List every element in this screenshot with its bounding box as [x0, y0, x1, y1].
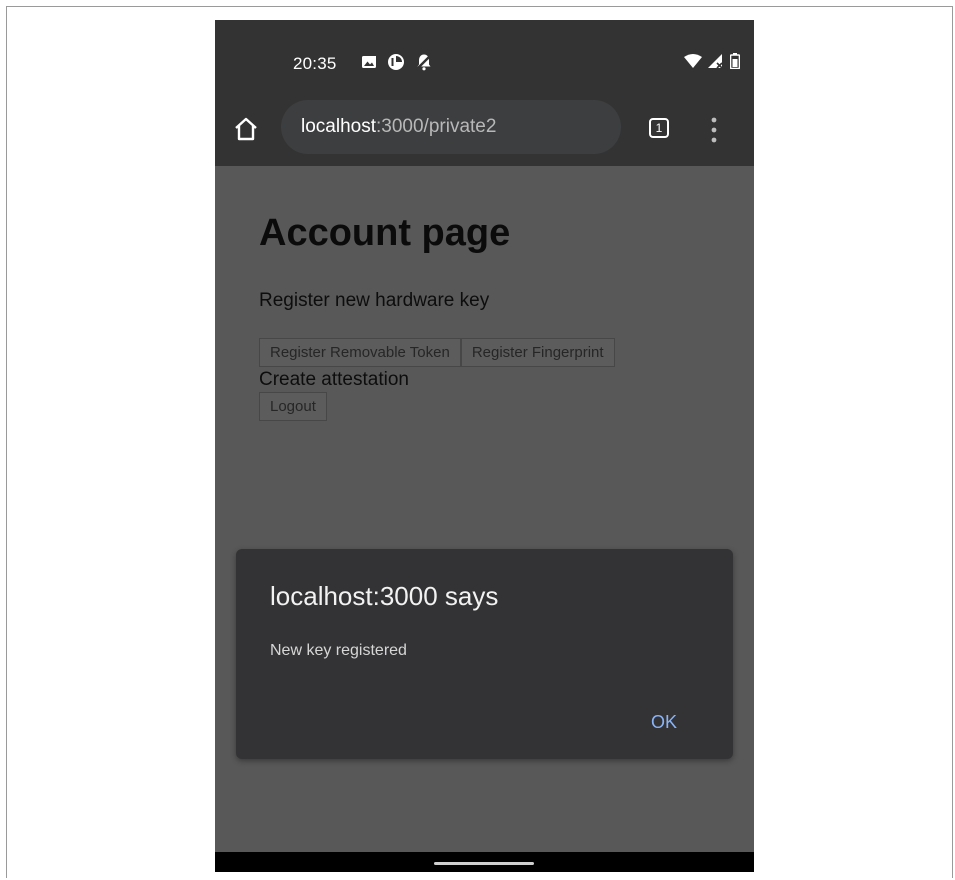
- tab-switcher-button[interactable]: 1: [649, 118, 669, 138]
- register-removable-token-button[interactable]: Register Removable Token: [259, 338, 461, 367]
- url-host: localhost: [301, 116, 376, 137]
- home-icon[interactable]: [233, 116, 259, 142]
- address-bar[interactable]: localhost:3000/private2: [281, 100, 621, 154]
- gesture-nav-bar: [215, 852, 754, 872]
- wifi-icon: [684, 54, 702, 68]
- register-fingerprint-button[interactable]: Register Fingerprint: [460, 338, 615, 367]
- more-vert-icon[interactable]: [711, 116, 717, 144]
- dialog-message: New key registered: [270, 642, 407, 659]
- register-key-heading: Register new hardware key: [259, 290, 490, 311]
- home-gesture-handle[interactable]: [434, 862, 534, 865]
- status-system-icons: [684, 53, 740, 69]
- url-path: :3000/private2: [376, 116, 497, 137]
- signal-icon: [708, 54, 723, 68]
- logout-button[interactable]: Logout: [259, 392, 327, 421]
- status-time: 20:35: [293, 54, 337, 73]
- bell-off-icon: [415, 53, 433, 71]
- image-icon: [362, 56, 376, 68]
- dialog-ok-button[interactable]: OK: [651, 712, 677, 733]
- status-bar: 20:35: [215, 20, 754, 100]
- battery-icon: [730, 53, 740, 69]
- browser-toolbar: localhost:3000/private2 1: [215, 100, 754, 166]
- dialog-title: localhost:3000 says: [270, 581, 499, 611]
- register-button-row: Register Removable Token Register Finger…: [259, 338, 615, 367]
- create-attestation-text: Create attestation: [259, 369, 409, 390]
- alert-dialog: localhost:3000 says New key registered O…: [236, 549, 733, 759]
- clock-pie-icon: [388, 54, 404, 70]
- status-notification-icons: [361, 53, 433, 71]
- page-title: Account page: [259, 212, 511, 254]
